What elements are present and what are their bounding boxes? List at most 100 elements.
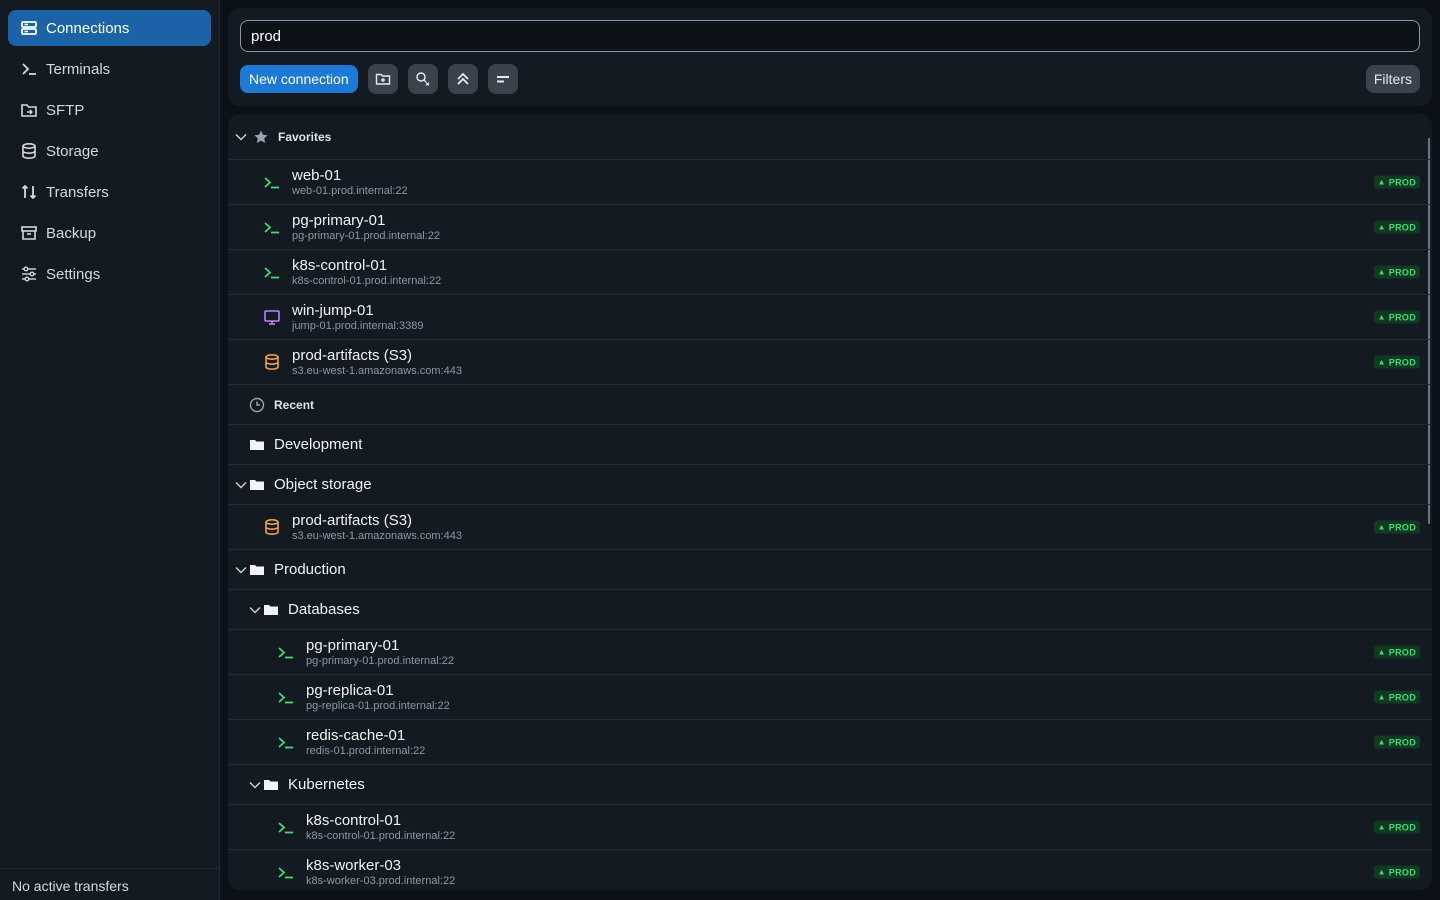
connection-row[interactable]: k8s-control-01 k8s-control-01.prod.intern… <box>228 805 1432 850</box>
new-folder-button[interactable] <box>367 64 398 94</box>
warning-icon: ▲ <box>1377 692 1386 702</box>
folder-label: Kubernetes <box>288 776 365 793</box>
sidebar-item-label: Backup <box>46 224 97 242</box>
environment-badge: ▲ PROD <box>1373 735 1420 749</box>
transfer-status: No active transfers <box>0 868 219 900</box>
environment-badge: ▲ PROD <box>1373 820 1420 834</box>
connection-row[interactable]: k8s-worker-03 k8s-worker-03.prod.internal… <box>228 850 1432 890</box>
connection-text: pg-primary-01 pg-primary-01.prod.internal… <box>306 637 454 668</box>
sidebar-item-label: Transfers <box>46 183 109 201</box>
sidebar-item-connections[interactable]: Connections <box>8 10 211 46</box>
connection-host: k8s-control-01.prod.internal:22 <box>292 274 442 287</box>
connection-host: k8s-control-01.prod.internal:22 <box>306 829 456 842</box>
connection-name: pg-replica-01 <box>306 681 394 699</box>
chevron-down-icon[interactable] <box>232 128 250 146</box>
warning-icon: ▲ <box>1377 822 1386 832</box>
environment-badge: ▲ PROD <box>1373 865 1420 879</box>
connection-row[interactable]: pg-primary-01 pg-primary-01.prod.internal… <box>228 630 1432 675</box>
badge-label: PROD <box>1388 177 1416 187</box>
connection-row[interactable]: prod-artifacts (S3) s3.eu-west-1.amazonaw… <box>228 340 1432 385</box>
new-folder-icon <box>375 73 390 85</box>
recent-header[interactable]: Recent <box>228 385 1432 425</box>
environment-badge: ▲ PROD <box>1373 175 1420 189</box>
warning-icon: ▲ <box>1377 522 1386 532</box>
badge-label: PROD <box>1388 312 1416 322</box>
connection-row[interactable]: pg-primary-01 pg-primary-01.prod.internal… <box>228 205 1432 250</box>
connection-text: k8s-control-01 k8s-control-01.prod.intern… <box>306 812 455 843</box>
environment-badge: ▲ PROD <box>1373 690 1420 704</box>
new-connection-button[interactable]: New connection <box>240 65 358 93</box>
connection-host: pg-primary-01.prod.internal:22 <box>306 654 454 667</box>
connection-text: win-jump-01 jump-01.prod.internal:3389 <box>292 302 423 333</box>
clear-search-button[interactable] <box>407 64 438 94</box>
folder-icon <box>248 436 266 454</box>
warning-icon: ▲ <box>1377 267 1386 277</box>
folder-development[interactable]: Development <box>228 425 1432 465</box>
connection-host: k8s-worker-03.prod.internal:22 <box>306 874 456 887</box>
sidebar-item-backup[interactable]: Backup <box>8 215 211 251</box>
connection-host: jump-01.prod.internal:3389 <box>292 319 424 332</box>
connection-row[interactable]: web-01 web-01.prod.internal:22 ▲ PROD <box>228 160 1432 205</box>
sidebar-item-sftp[interactable]: SFTP <box>8 92 211 128</box>
sort-button[interactable] <box>487 64 518 94</box>
monitor-icon <box>262 307 282 327</box>
folder-kubernetes[interactable]: Kubernetes <box>228 765 1432 805</box>
badge-label: PROD <box>1388 647 1416 657</box>
connections-toolbar: New connection Filters <box>228 8 1432 106</box>
folder-icon <box>248 561 266 579</box>
sidebar-item-terminals[interactable]: Terminals <box>8 51 211 87</box>
terminal-icon <box>20 60 38 78</box>
warning-icon: ▲ <box>1377 177 1386 187</box>
collapse-all-button[interactable] <box>447 64 478 94</box>
connection-row[interactable]: prod-artifacts (S3) s3.eu-west-1.amazonaw… <box>228 505 1432 550</box>
database-icon <box>262 352 282 372</box>
collapse-all-icon <box>456 72 469 85</box>
folder-databases[interactable]: Databases <box>228 590 1432 630</box>
favorites-header[interactable]: Favorites <box>228 114 1432 160</box>
badge-label: PROD <box>1388 737 1416 747</box>
connection-row[interactable]: k8s-control-01 k8s-control-01.prod.intern… <box>228 250 1432 295</box>
connections-icon <box>20 19 38 37</box>
connection-text: k8s-worker-03 k8s-worker-03.prod.internal… <box>306 857 455 888</box>
sidebar-item-settings[interactable]: Settings <box>8 256 211 292</box>
folder-label: Production <box>274 561 346 578</box>
connection-row[interactable]: pg-replica-01 pg-replica-01.prod.internal… <box>228 675 1432 720</box>
sidebar: Connections Terminals SFTP Storage Trans… <box>0 0 220 900</box>
connection-name: redis-cache-01 <box>306 726 406 744</box>
sidebar-item-transfers[interactable]: Transfers <box>8 174 211 210</box>
archive-icon <box>20 224 38 242</box>
connection-name: k8s-control-01 <box>292 256 388 274</box>
connection-row[interactable]: redis-cache-01 redis-01.prod.internal:22 ▲… <box>228 720 1432 765</box>
warning-icon: ▲ <box>1377 312 1386 322</box>
star-icon <box>252 128 270 146</box>
connection-name: k8s-worker-03 <box>306 856 402 874</box>
connection-name: web-01 <box>292 166 342 184</box>
sidebar-item-storage[interactable]: Storage <box>8 133 211 169</box>
terminal-icon <box>276 817 296 837</box>
folder-production[interactable]: Production <box>228 550 1432 590</box>
connection-text: pg-replica-01 pg-replica-01.prod.internal… <box>306 682 450 713</box>
filters-button[interactable]: Filters <box>1365 65 1420 93</box>
terminal-icon <box>262 262 282 282</box>
connection-name: pg-primary-01 <box>306 636 400 654</box>
connection-name: k8s-control-01 <box>306 811 402 829</box>
terminal-icon <box>276 732 296 752</box>
connection-list: Favorites web-01 web-01.prod.internal:22 ▲… <box>228 114 1432 890</box>
environment-badge: ▲ PROD <box>1373 220 1420 234</box>
warning-icon: ▲ <box>1377 647 1386 657</box>
database-icon <box>20 142 38 160</box>
terminal-icon <box>276 862 296 882</box>
sort-icon <box>496 76 509 83</box>
folder-label: Databases <box>288 601 360 618</box>
search-input[interactable] <box>240 20 1420 52</box>
environment-badge: ▲ PROD <box>1373 355 1420 369</box>
warning-icon: ▲ <box>1377 357 1386 367</box>
badge-label: PROD <box>1388 822 1416 832</box>
connection-row[interactable]: win-jump-01 jump-01.prod.internal:3389 ▲ PR… <box>228 295 1432 340</box>
sidebar-item-label: Settings <box>46 265 101 283</box>
badge-label: PROD <box>1388 357 1416 367</box>
folder-object-storage[interactable]: Object storage <box>228 465 1432 505</box>
clear-search-icon <box>415 72 430 86</box>
warning-icon: ▲ <box>1377 737 1386 747</box>
warning-icon: ▲ <box>1377 222 1386 232</box>
